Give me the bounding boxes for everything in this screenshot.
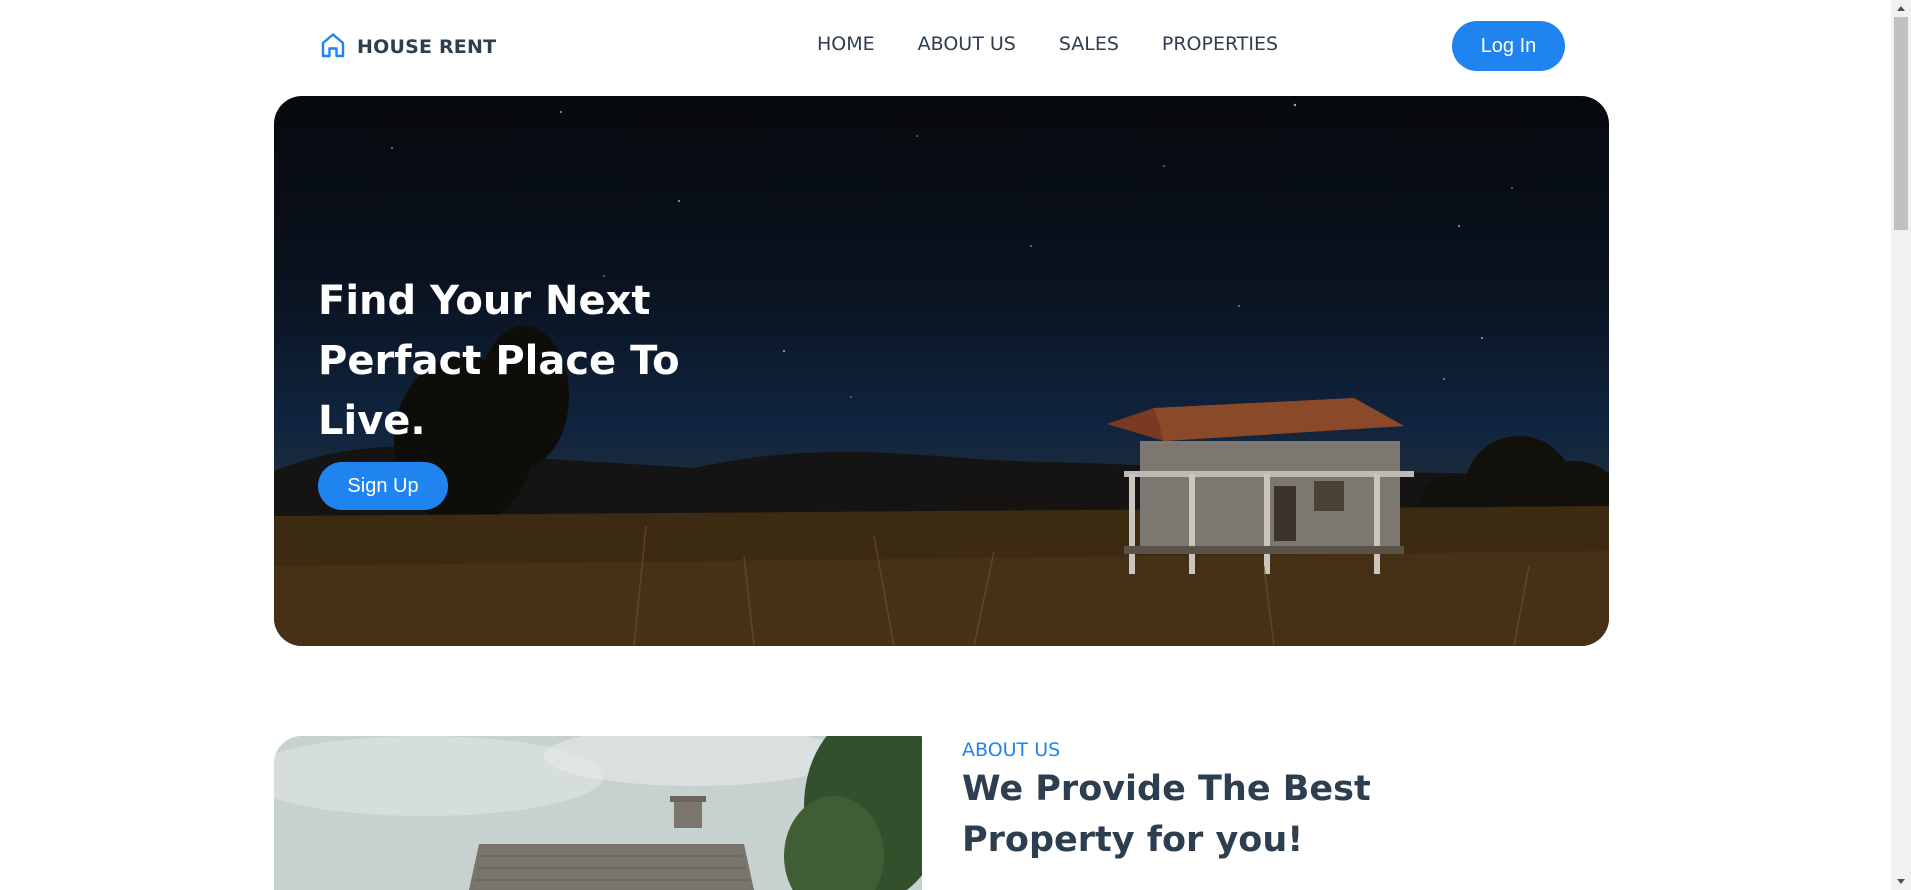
brand-logo[interactable]: HOUSE RENT	[319, 31, 496, 63]
about-house-image	[274, 736, 922, 890]
scrollbar-thumb[interactable]	[1894, 17, 1908, 230]
home-icon	[319, 31, 347, 63]
scroll-down-arrow-icon[interactable]	[1891, 873, 1911, 890]
login-button[interactable]: Log In	[1452, 21, 1565, 71]
about-title: We Provide The Best Property for you!	[962, 769, 1371, 860]
brand-name: HOUSE RENT	[357, 36, 497, 58]
page-scrollbar[interactable]	[1891, 0, 1911, 890]
top-navbar: HOUSE RENT HOME ABOUT US SALES PROPERTIE…	[0, 0, 1891, 92]
main-nav: HOME ABOUT US SALES PROPERTIES	[817, 33, 1278, 55]
about-section-label: ABOUT US	[962, 739, 1061, 761]
nav-properties[interactable]: PROPERTIES	[1162, 33, 1278, 55]
scroll-up-arrow-icon[interactable]	[1891, 0, 1911, 17]
hero-banner: Find Your Next Perfact Place To Live. Si…	[274, 96, 1609, 646]
nav-home[interactable]: HOME	[817, 33, 875, 55]
nav-sales[interactable]: SALES	[1059, 33, 1119, 55]
signup-button[interactable]: Sign Up	[318, 462, 448, 510]
hero-title: Find Your Next Perfact Place To Live.	[318, 278, 680, 444]
nav-about-us[interactable]: ABOUT US	[918, 33, 1016, 55]
